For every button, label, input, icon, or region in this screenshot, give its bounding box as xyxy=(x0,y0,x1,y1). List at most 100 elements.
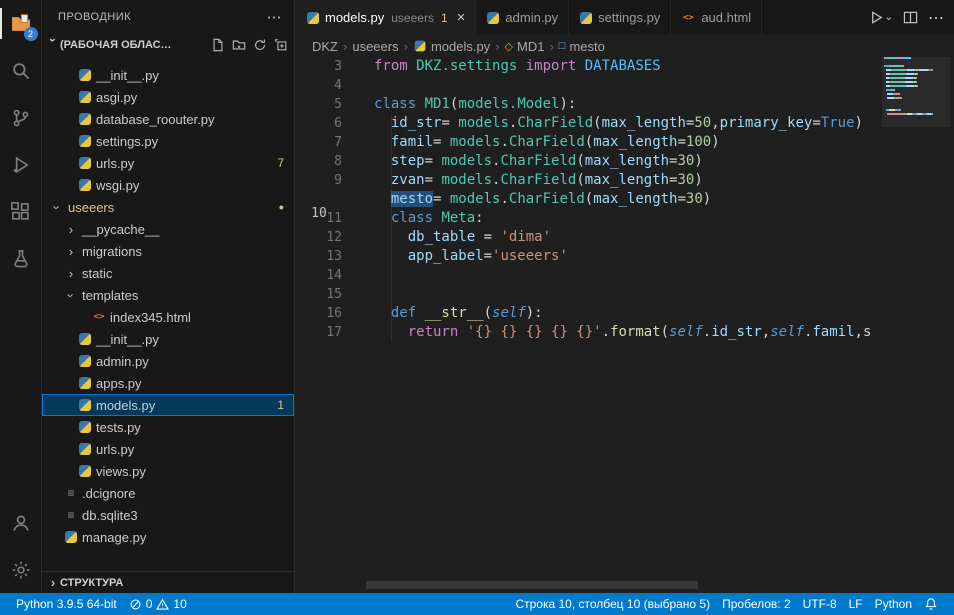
code-line-5[interactable]: 5class MD1(models.Model): xyxy=(296,95,878,114)
item-label: index345.html xyxy=(110,310,191,325)
code-editor[interactable]: 3from DKZ.settings import DATABASES45cla… xyxy=(296,57,878,579)
line-number: 16 xyxy=(296,304,342,323)
tree-folder-static[interactable]: ›static xyxy=(42,262,294,284)
tree-item-manage.py[interactable]: manage.py xyxy=(42,526,294,548)
more-actions-icon[interactable]: ⋯ xyxy=(928,8,944,28)
code-line-6[interactable]: 6 id_str= models.CharField(max_length=50… xyxy=(296,114,878,133)
python-file-icon xyxy=(79,179,91,191)
new-file-icon[interactable] xyxy=(211,38,225,52)
code-line-7[interactable]: 7 famil= models.CharField(max_length=100… xyxy=(296,133,878,152)
line-number: 6 xyxy=(296,114,342,133)
account-icon[interactable] xyxy=(0,499,42,546)
tree-folder-migrations[interactable]: ›migrations xyxy=(42,240,294,262)
code-line-4[interactable]: 4 xyxy=(296,76,878,95)
new-folder-icon[interactable] xyxy=(232,38,246,52)
line-text: return '{} {} {} {} {}'.format(self.id_s… xyxy=(374,323,871,342)
split-editor-icon[interactable] xyxy=(903,10,918,25)
horizontal-scrollbar[interactable] xyxy=(366,581,698,589)
tree-folder-useeers[interactable]: ›useeers● xyxy=(42,196,294,218)
warning-count: 10 xyxy=(173,597,186,611)
item-label: views.py xyxy=(96,464,146,479)
search-icon[interactable] xyxy=(0,47,42,94)
notifications-bell[interactable] xyxy=(918,597,944,611)
tree-item-index345.html[interactable]: <>index345.html xyxy=(42,306,294,328)
code-line-3[interactable]: 3from DKZ.settings import DATABASES xyxy=(296,57,878,76)
problems-status[interactable]: 0 10 xyxy=(123,597,193,611)
tree-item-database_roouter.py[interactable]: database_roouter.py xyxy=(42,108,294,130)
tree-item-admin.py[interactable]: admin.py xyxy=(42,350,294,372)
chevron-down-icon[interactable]: ⌄ xyxy=(885,12,893,23)
bell-icon xyxy=(924,597,938,611)
line-number: 13 xyxy=(296,247,342,266)
tree-item-wsgi.py[interactable]: wsgi.py xyxy=(42,174,294,196)
tree-item-urls.py[interactable]: urls.py7 xyxy=(42,152,294,174)
code-line-12[interactable]: 12 db_table = 'dima' xyxy=(296,228,878,247)
code-line-17[interactable]: 17 return '{} {} {} {} {}'.format(self.i… xyxy=(296,323,878,342)
tree-item-__init__.py[interactable]: __init__.py xyxy=(42,64,294,86)
minimap-slider[interactable] xyxy=(882,57,950,127)
testing-icon[interactable] xyxy=(0,235,42,282)
tree-item-models.py[interactable]: models.py1 xyxy=(42,394,294,416)
run-button[interactable]: ⌄ xyxy=(869,10,893,25)
language-mode[interactable]: Python xyxy=(869,597,918,611)
close-icon[interactable]: × xyxy=(457,9,466,26)
breadcrumb-mesto[interactable]: □mesto xyxy=(559,39,605,54)
breadcrumb-useeers[interactable]: useeers xyxy=(352,39,398,54)
code-line-9[interactable]: 9 zvan= models.CharField(max_length=30) xyxy=(296,171,878,190)
run-debug-icon[interactable] xyxy=(0,141,42,188)
chevron-right-icon: › xyxy=(64,222,78,237)
tab-admin.py[interactable]: admin.py xyxy=(476,0,569,35)
tree-folder-__pycache__[interactable]: ›__pycache__ xyxy=(42,218,294,240)
item-label: asgi.py xyxy=(96,90,137,105)
list-file-icon: ≡ xyxy=(64,487,78,500)
outline-section-header[interactable]: › СТРУКТУРА xyxy=(42,571,294,593)
settings-icon[interactable] xyxy=(0,546,42,593)
tree-item-db.sqlite3[interactable]: ≡db.sqlite3 xyxy=(42,504,294,526)
breadcrumb-separator: › xyxy=(343,39,347,54)
editor-group: models.pyuseeers1×admin.pysettings.py<>a… xyxy=(296,0,954,593)
tree-item-apps.py[interactable]: apps.py xyxy=(42,372,294,394)
eol-status[interactable]: LF xyxy=(843,597,869,611)
breadcrumb-DKZ[interactable]: DKZ xyxy=(312,39,338,54)
item-label: .dcignore xyxy=(82,486,135,501)
item-label: admin.py xyxy=(96,354,149,369)
error-icon xyxy=(129,598,142,611)
extensions-icon[interactable] xyxy=(0,188,42,235)
tree-item-tests.py[interactable]: tests.py xyxy=(42,416,294,438)
minimap[interactable] xyxy=(884,57,948,579)
refresh-icon[interactable] xyxy=(253,38,267,52)
breadcrumb-models.py[interactable]: models.py xyxy=(413,39,490,54)
breadcrumb-MD1[interactable]: ◇MD1 xyxy=(505,39,545,54)
code-line-10[interactable]: 10 mesto= models.CharField(max_length=30… xyxy=(296,190,878,209)
tree-item-asgi.py[interactable]: asgi.py xyxy=(42,86,294,108)
tree-item-__init__.py[interactable]: __init__.py xyxy=(42,328,294,350)
activity-badge: 2 xyxy=(24,27,38,41)
code-line-16[interactable]: 16 def __str__(self): xyxy=(296,304,878,323)
tree-item-urls.py[interactable]: urls.py xyxy=(42,438,294,460)
encoding-status[interactable]: UTF-8 xyxy=(797,597,843,611)
tree-folder-templates[interactable]: ›templates xyxy=(42,284,294,306)
code-line-8[interactable]: 8 step= models.CharField(max_length=30) xyxy=(296,152,878,171)
code-line-15[interactable]: 15 xyxy=(296,285,878,304)
source-control-icon[interactable] xyxy=(0,94,42,141)
line-text: step= models.CharField(max_length=30) xyxy=(374,152,703,171)
code-line-11[interactable]: 11 class Meta: xyxy=(296,209,878,228)
explorer-icon[interactable]: 2 xyxy=(0,0,42,47)
tab-settings.py[interactable]: settings.py xyxy=(569,0,671,35)
code-line-13[interactable]: 13 app_label='useeers' xyxy=(296,247,878,266)
item-label: database_roouter.py xyxy=(96,112,215,127)
tab-models.py[interactable]: models.pyuseeers1× xyxy=(296,0,476,35)
workspace-section-header[interactable]: › (РАБОЧАЯ ОБЛАСТЬ) ... xyxy=(42,34,294,56)
tree-item-settings.py[interactable]: settings.py xyxy=(42,130,294,152)
indentation-status[interactable]: Пробелов: 2 xyxy=(716,597,797,611)
tab-aud.html[interactable]: <>aud.html xyxy=(671,0,762,35)
more-actions-icon[interactable]: ⋯ xyxy=(267,8,283,26)
python-file-icon xyxy=(79,113,91,125)
code-line-14[interactable]: 14 xyxy=(296,266,878,285)
tree-item-views.py[interactable]: views.py xyxy=(42,460,294,482)
python-interpreter[interactable]: Python 3.9.5 64-bit xyxy=(10,597,123,611)
tree-item-.dcignore[interactable]: ≡ .dcignore xyxy=(42,482,294,504)
explorer-actions xyxy=(211,38,288,52)
cursor-position[interactable]: Строка 10, столбец 10 (выбрано 5) xyxy=(509,597,716,611)
collapse-folders-icon[interactable] xyxy=(274,38,288,52)
